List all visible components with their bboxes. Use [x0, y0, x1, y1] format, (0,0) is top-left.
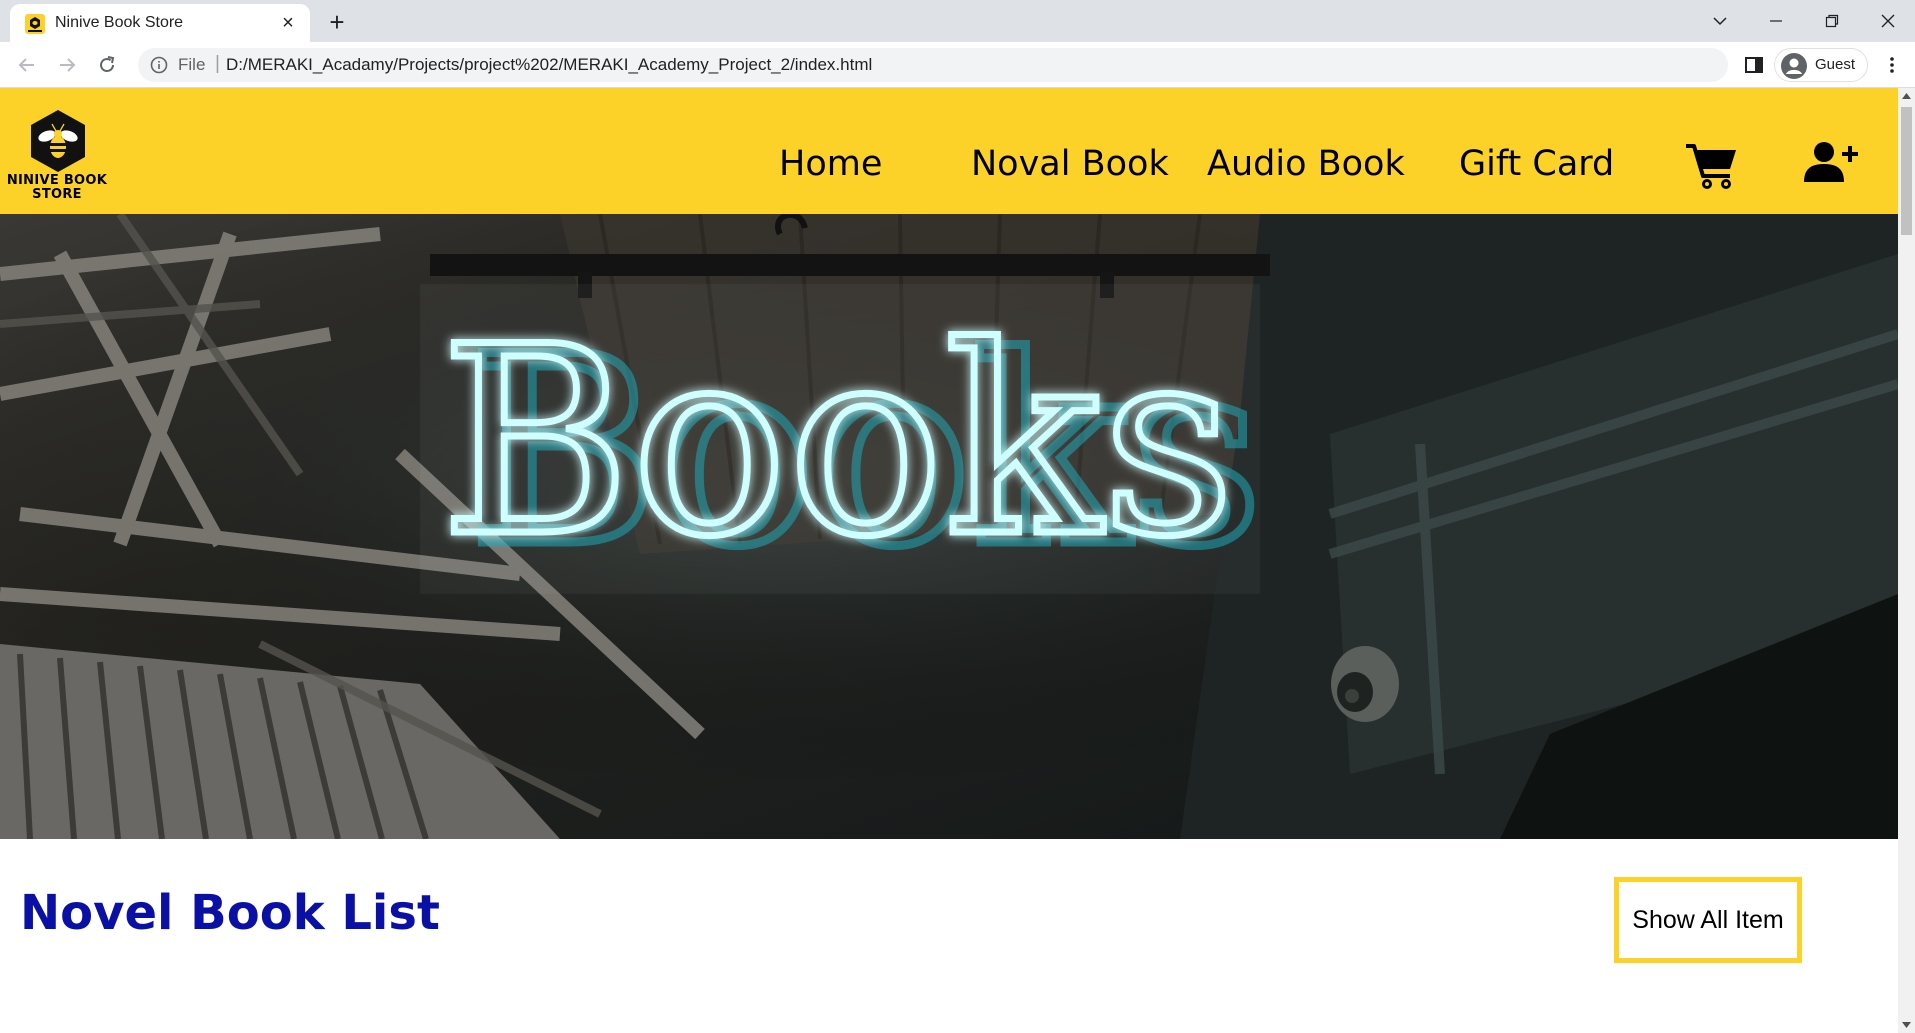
profile-button[interactable]: Guest [1774, 48, 1868, 82]
restore-icon [1825, 14, 1839, 28]
page-viewport: NINIVE BOOK STORE Home Noval Book Audio … [0, 88, 1915, 1033]
logo-text: NINIVE BOOK STORE [4, 174, 110, 202]
scroll-up-arrow-icon[interactable] [1898, 88, 1915, 105]
address-separator: | [215, 53, 220, 74]
more-menu-icon[interactable] [1882, 55, 1902, 75]
site-header: NINIVE BOOK STORE Home Noval Book Audio … [0, 88, 1898, 214]
security-camera [1331, 646, 1399, 722]
avatar-icon [1781, 53, 1807, 79]
logo-text-line1: NINIVE BOOK [6, 173, 108, 188]
tab-close-icon[interactable]: × [278, 13, 298, 33]
scroll-down-arrow-icon[interactable] [1898, 1016, 1915, 1033]
side-panel-icon[interactable] [1744, 55, 1764, 75]
show-all-button[interactable]: Show All Item [1614, 877, 1802, 963]
address-bar[interactable]: File | D:/MERAKI_Acadamy/Projects/projec… [138, 48, 1728, 82]
profile-label: Guest [1815, 56, 1856, 73]
arrow-right-icon [60, 58, 76, 72]
hero-banner: Books Books [0, 214, 1898, 839]
browser-tab[interactable]: Ninive Book Store × [10, 4, 310, 42]
section-title: Novel Book List [20, 885, 440, 941]
nav-audio-book[interactable]: Audio Book [1207, 144, 1405, 184]
reload-icon [100, 56, 115, 72]
tab-title: Ninive Book Store [55, 14, 184, 31]
window-close-button[interactable] [1860, 0, 1915, 42]
forward-button[interactable] [53, 51, 81, 79]
new-tab-button[interactable]: + [324, 9, 350, 35]
nav-gift-card[interactable]: Gift Card [1459, 144, 1614, 184]
reload-button[interactable] [93, 51, 121, 79]
novel-section: Novel Book List Show All Item [0, 839, 1898, 1033]
user-plus-icon[interactable] [1804, 142, 1860, 182]
chevron-down-icon [1713, 17, 1727, 26]
browser-toolbar: File | D:/MERAKI_Acadamy/Projects/projec… [0, 42, 1915, 88]
info-icon[interactable] [150, 56, 168, 74]
minimize-button[interactable] [1748, 0, 1804, 42]
logo-text-line2: STORE [32, 187, 82, 202]
minimize-icon [1770, 20, 1782, 22]
bee-favicon-icon [25, 14, 45, 34]
restore-button[interactable] [1804, 0, 1860, 42]
scrollbar-thumb[interactable] [1901, 107, 1912, 235]
tab-search-button[interactable] [1692, 0, 1748, 42]
site-logo[interactable]: NINIVE BOOK STORE [4, 110, 110, 208]
nav-novel-book[interactable]: Noval Book [971, 144, 1169, 184]
page-scrollbar[interactable] [1898, 88, 1915, 1033]
nav-home[interactable]: Home [779, 144, 882, 184]
browser-tab-strip: Ninive Book Store × + [0, 0, 1915, 42]
shopping-cart-icon[interactable] [1686, 142, 1738, 190]
back-button[interactable] [13, 51, 41, 79]
bee-logo-icon [31, 110, 85, 172]
arrow-left-icon [18, 58, 34, 72]
url-text[interactable]: D:/MERAKI_Acadamy/Projects/project%202/M… [226, 48, 872, 82]
close-icon [1881, 14, 1895, 28]
hero-image: Books Books [0, 214, 1898, 839]
scheme-label: File [178, 55, 206, 74]
neon-sign-text: Books [440, 292, 1235, 594]
